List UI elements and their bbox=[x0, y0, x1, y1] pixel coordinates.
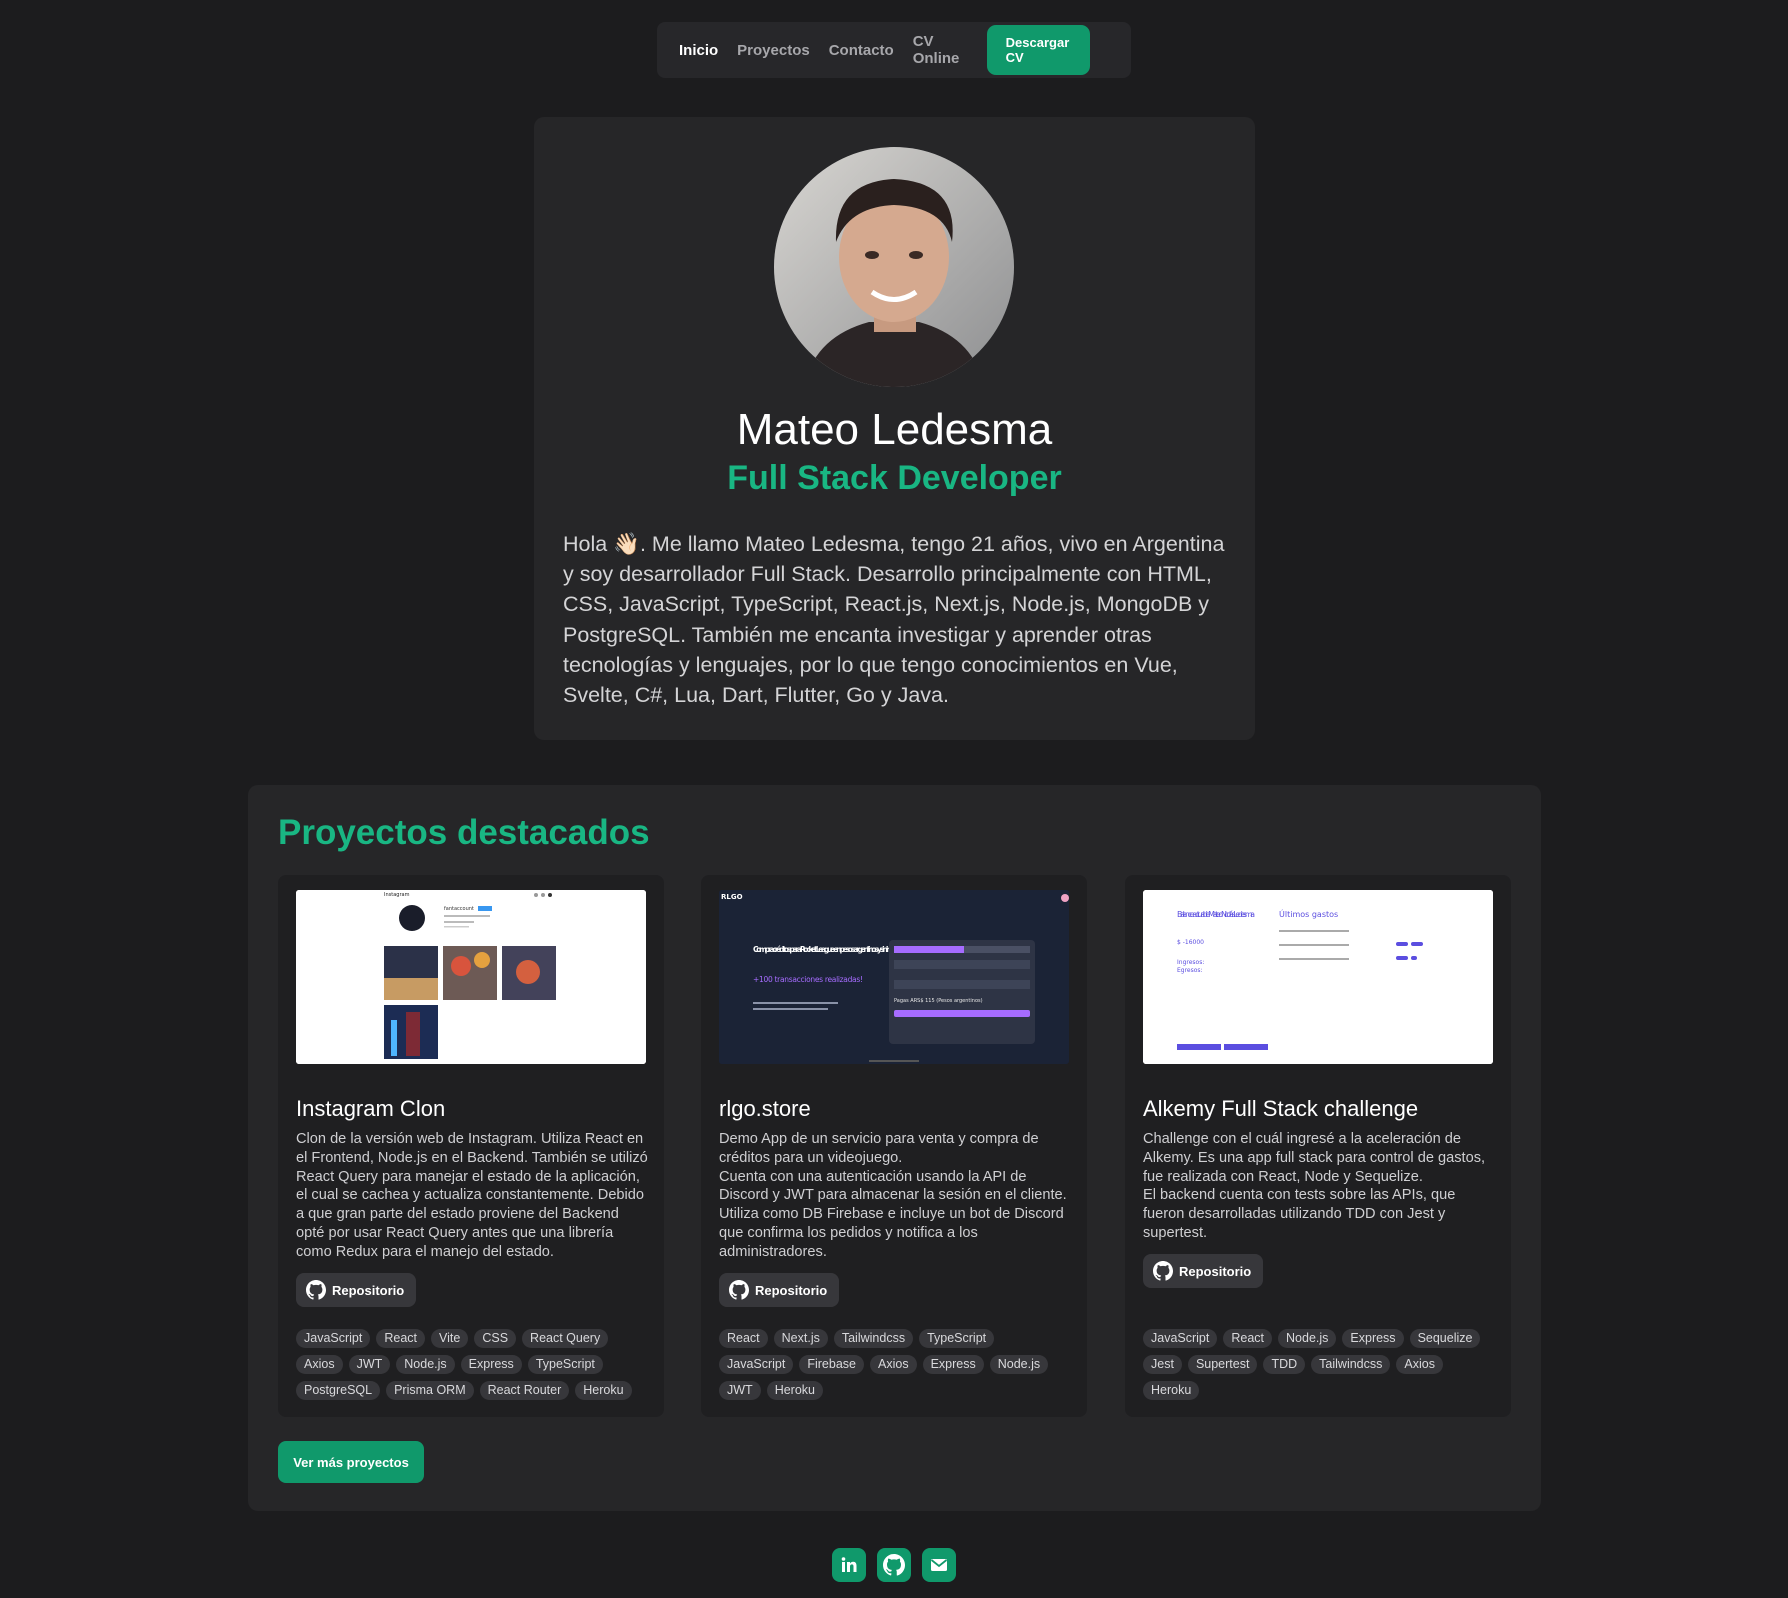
tag: JavaScript bbox=[296, 1329, 371, 1348]
project-title: Alkemy Full Stack challenge bbox=[1143, 1096, 1419, 1121]
tag: Heroku bbox=[575, 1381, 632, 1400]
profile-role: Full Stack Developer bbox=[727, 459, 1062, 497]
tag: TDD bbox=[1263, 1355, 1306, 1374]
tag: Express bbox=[922, 1355, 984, 1374]
tag-list: JavaScript React Vite CSS React Query Axios JW… bbox=[296, 1329, 656, 1407]
tag: Node.js bbox=[989, 1355, 1049, 1374]
repository-button[interactable]: Repositorio bbox=[719, 1273, 840, 1307]
repository-label: Repositorio bbox=[755, 1282, 828, 1298]
tag: Node.js bbox=[1278, 1329, 1337, 1348]
repository-button[interactable]: Repositorio bbox=[296, 1273, 417, 1307]
tag: React bbox=[1223, 1329, 1273, 1348]
tag: Heroku bbox=[1143, 1381, 1200, 1400]
nav-proyectos[interactable]: Proyectos bbox=[737, 42, 810, 59]
project-card-alkemy: Balance actual de Mateo Nicolás Ledesma … bbox=[1125, 875, 1511, 1417]
top-nav: Inicio Proyectos Contacto CV Online Desc… bbox=[657, 22, 1131, 78]
svg-text:Compra créditos para Rocket Le: Compra créditos para Rocket League en pe… bbox=[753, 945, 913, 954]
repository-button[interactable]: Repositorio bbox=[1143, 1254, 1264, 1288]
tag: Prisma ORM bbox=[386, 1381, 474, 1400]
svg-text:Egresos:: Egresos: bbox=[1177, 967, 1203, 974]
github-icon bbox=[883, 1554, 905, 1576]
project-card-rlgo: RLGO Compra créditos para Rocket League … bbox=[701, 875, 1087, 1417]
tag: PostgreSQL bbox=[296, 1381, 381, 1400]
hero-card: Mateo Ledesma Full Stack Developer Hola … bbox=[534, 117, 1255, 740]
download-cv-button[interactable]: Descargar CV bbox=[986, 25, 1090, 75]
tag: JWT bbox=[348, 1355, 391, 1374]
tag: Supertest bbox=[1187, 1355, 1258, 1374]
svg-text:Pagas ARS$ 115 (Pesos argentin: Pagas ARS$ 115 (Pesos argentinos) bbox=[894, 998, 983, 1004]
tag: Next.js bbox=[773, 1329, 828, 1348]
project-description: Challenge con el cuál ingresé a la acele… bbox=[1143, 1131, 1486, 1241]
tag: Axios bbox=[1396, 1355, 1443, 1374]
tag: Axios bbox=[870, 1355, 917, 1374]
tag: TypeScript bbox=[527, 1355, 603, 1374]
tag: React Router bbox=[479, 1381, 570, 1400]
svg-text:$ -16000: $ -16000 bbox=[1177, 939, 1204, 946]
nav-inicio[interactable]: Inicio bbox=[679, 42, 718, 59]
tag: Jest bbox=[1143, 1355, 1182, 1374]
svg-text:Ingresos:: Ingresos: bbox=[1177, 959, 1204, 966]
github-icon bbox=[306, 1280, 326, 1300]
tag: Heroku bbox=[766, 1381, 823, 1400]
tag: Sequelize bbox=[1409, 1329, 1481, 1348]
featured-projects-section: Proyectos destacados Instagram fantaccou… bbox=[248, 785, 1541, 1511]
project-card-instagram: Instagram fantaccount Instagram Clon Clo… bbox=[278, 875, 664, 1417]
github-icon bbox=[729, 1280, 749, 1300]
tag: React Query bbox=[522, 1329, 609, 1348]
svg-text:RLGO: RLGO bbox=[721, 893, 743, 901]
tag: Tailwindcss bbox=[833, 1329, 914, 1348]
tag: Vite bbox=[431, 1329, 469, 1348]
svg-text:fantaccount: fantaccount bbox=[444, 906, 474, 912]
profile-bio: Hola 👋🏻. Me llamo Mateo Ledesma, tengo 2… bbox=[563, 532, 1225, 708]
svg-text:Balance actual de Mateo Nicolá: Balance actual de Mateo Nicolás Ledesma bbox=[1177, 910, 1255, 919]
mail-icon bbox=[930, 1559, 948, 1571]
tag: TypeScript bbox=[919, 1329, 995, 1348]
tag: React bbox=[376, 1329, 426, 1348]
github-icon bbox=[1153, 1261, 1173, 1281]
section-title: Proyectos destacados bbox=[278, 813, 650, 852]
svg-text:Instagram: Instagram bbox=[384, 892, 410, 898]
linkedin-icon bbox=[841, 1557, 857, 1572]
tag: JavaScript bbox=[1143, 1329, 1218, 1348]
tag: React bbox=[719, 1329, 768, 1348]
project-thumbnail: Balance actual de Mateo Nicolás Ledesma … bbox=[1143, 890, 1493, 1064]
nav-cv-online[interactable]: CV Online bbox=[913, 33, 968, 67]
tag: Node.js bbox=[396, 1355, 455, 1374]
project-thumbnail: RLGO Compra créditos para Rocket League … bbox=[719, 890, 1069, 1064]
tag-list: React Next.js Tailwindcss TypeScript JavaScr… bbox=[719, 1329, 1079, 1407]
svg-text:Últimos gastos: Últimos gastos bbox=[1279, 908, 1338, 919]
profile-name: Mateo Ledesma bbox=[736, 405, 1053, 454]
project-thumbnail: Instagram fantaccount bbox=[296, 890, 646, 1064]
tag: JavaScript bbox=[719, 1355, 794, 1374]
tag: Express bbox=[1342, 1329, 1404, 1348]
project-title: rlgo.store bbox=[719, 1096, 811, 1121]
project-title: Instagram Clon bbox=[296, 1096, 446, 1121]
svg-text:+100 transacciones realizadas!: +100 transacciones realizadas! bbox=[753, 975, 863, 984]
nav-contacto[interactable]: Contacto bbox=[829, 42, 894, 59]
tag: Firebase bbox=[799, 1355, 864, 1374]
repository-label: Repositorio bbox=[332, 1282, 405, 1298]
avatar bbox=[774, 147, 1014, 387]
project-description: Clon de la versión web de Instagram. Uti… bbox=[296, 1131, 648, 1260]
linkedin-link[interactable] bbox=[832, 1548, 866, 1582]
more-projects-button[interactable]: Ver más proyectos bbox=[278, 1441, 424, 1483]
repository-label: Repositorio bbox=[1179, 1263, 1252, 1279]
tag: JWT bbox=[719, 1381, 761, 1400]
tag: CSS bbox=[474, 1329, 517, 1348]
project-description: Demo App de un servicio para venta y com… bbox=[719, 1131, 1067, 1260]
tag: Tailwindcss bbox=[1311, 1355, 1391, 1374]
github-link[interactable] bbox=[877, 1548, 911, 1582]
email-link[interactable] bbox=[922, 1548, 956, 1582]
tag-list: JavaScript React Node.js Express Sequelize Je… bbox=[1143, 1329, 1503, 1407]
tag: Express bbox=[460, 1355, 522, 1374]
tag: Axios bbox=[296, 1355, 343, 1374]
